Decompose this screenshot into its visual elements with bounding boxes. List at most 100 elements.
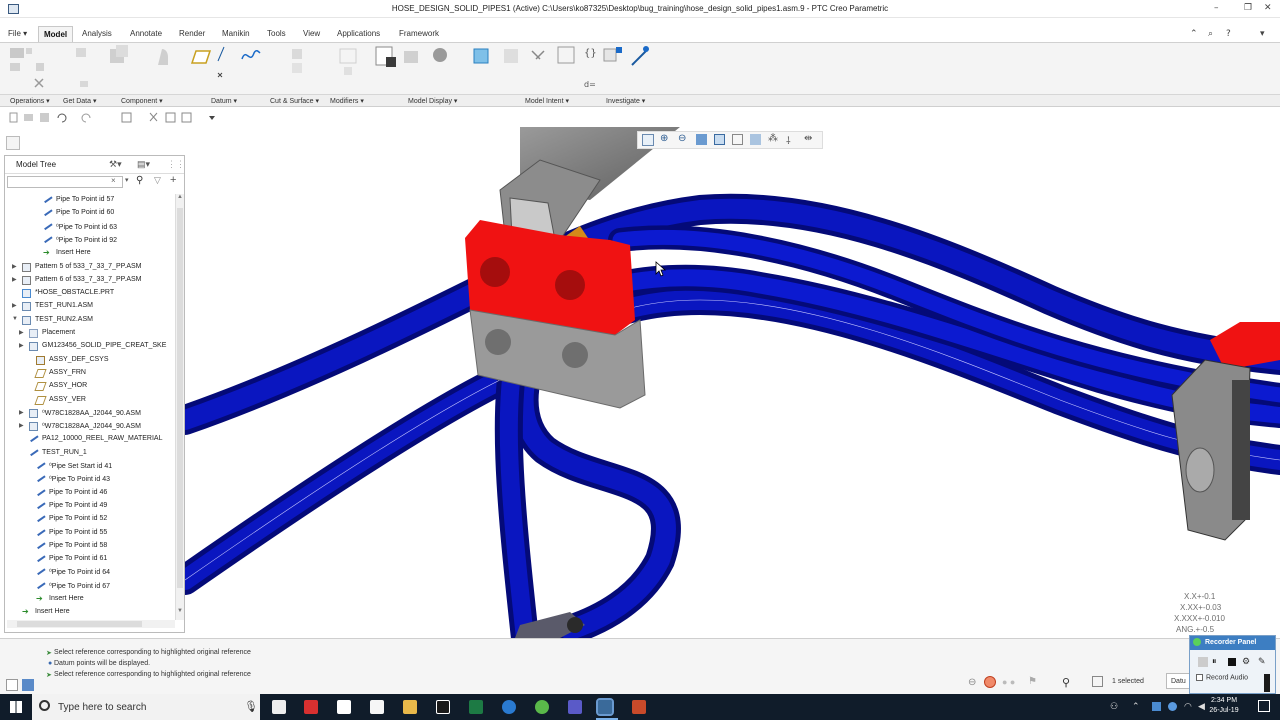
tree-row[interactable]: ▶ GM123456_SOLID_PIPE_CREAT_SKE [5,340,175,353]
tree-expander-icon[interactable]: ▶ [19,342,24,349]
user-defined-feature-icon[interactable] [76,48,88,87]
notifications-icon[interactable] [1258,700,1270,712]
select-filter-icon[interactable] [181,112,192,123]
view-manager-icon[interactable] [750,134,761,145]
tree-row[interactable]: Pipe To Point id 52 [5,513,175,526]
tree-expander-icon[interactable]: ▶ [12,276,17,283]
regen-status-icon[interactable]: ⊖ [968,677,976,688]
regenerate-icon[interactable] [10,48,32,58]
tree-row[interactable]: Pipe To Point id 61 [5,552,175,566]
pattern-icon[interactable] [339,48,357,75]
pipe-bundle[interactable] [185,193,1280,638]
tray-chevron-icon[interactable]: ⌃ [1132,701,1140,712]
group-investigate[interactable]: Investigate ▾ [606,97,645,105]
tree-row[interactable]: ⁰Pipe To Point id 64 [5,566,175,579]
tree-row[interactable]: ASSY_VER [5,394,175,407]
tree-expander-icon[interactable]: ▶ [12,302,17,309]
tree-row[interactable]: PA12_10000_REEL_RAW_MATERIAL [5,433,175,446]
saved-orientations-icon[interactable] [732,134,743,145]
pause-icon[interactable]: ⏸ [1212,656,1217,667]
tab-framework[interactable]: Framework [399,29,439,38]
stop-icon[interactable] [1228,658,1236,666]
find-icon[interactable]: ⚲ [1062,676,1070,689]
excel-icon[interactable] [469,700,483,714]
tab-view[interactable]: View [303,29,320,38]
restore-icon[interactable]: ❐ [1244,3,1252,13]
spin-center-icon[interactable]: ⇹ [804,133,812,144]
selection-list-icon[interactable] [1092,676,1103,687]
open-icon[interactable] [24,114,33,121]
minimize-ribbon-icon[interactable]: ⌃ [1190,29,1198,39]
tab-applications[interactable]: Applications [337,29,380,38]
group-cut-surface[interactable]: Cut & Surface ▾ [270,97,319,105]
tree-row[interactable]: ⁰Pipe Set Start id 41 [5,459,175,473]
tree-columns-icon[interactable]: ⋮⋮ [167,159,185,170]
tree-expander-icon[interactable]: ▶ [19,422,24,429]
appearance-icon[interactable] [404,48,447,63]
filter-icon[interactable]: ▽ [154,175,161,186]
extrude-icon[interactable] [292,49,302,73]
tree-expander-icon[interactable]: ▼ [12,316,18,322]
store-icon[interactable] [337,700,351,714]
mail-icon[interactable] [370,700,384,714]
tree-row[interactable]: Pipe To Point id 60 [5,207,175,220]
annotation-display-icon[interactable]: ⸸ [786,133,791,147]
drag-components-icon[interactable] [158,49,168,65]
tree-hscroll-thumb[interactable] [17,621,142,627]
tree-row[interactable]: Pipe To Point id 46 [5,486,175,500]
tree-row[interactable]: ⁰Pipe To Point id 43 [5,473,175,486]
flag-icon[interactable]: ⚑ [1028,676,1037,687]
component-interface-icon[interactable] [504,49,518,63]
settings-icon[interactable]: ⚙ [1242,656,1250,667]
edit-icon[interactable]: ✎ [1258,656,1266,667]
customize-dropdown-icon[interactable] [209,116,215,120]
help-icon[interactable]: ? [1226,29,1231,39]
datum-display-icon[interactable]: ⁂ [768,133,778,144]
navigator-toggle-icon[interactable] [6,679,18,691]
graphics-window[interactable]: ⊕ ⊖ ⁂ ⸸ ⇹ [185,127,1280,638]
windows-start-icon[interactable] [10,701,22,713]
model-tree-search-input[interactable] [7,176,123,188]
new-icon[interactable] [9,112,18,123]
group-model-intent[interactable]: Model Intent ▾ [525,97,569,105]
group-component[interactable]: Component ▾ [121,97,163,105]
tree-expander-icon[interactable]: ▶ [19,329,24,336]
repaint-icon[interactable] [696,134,707,145]
plane-icon[interactable] [190,50,212,64]
add-column-icon[interactable]: + [170,174,176,186]
zoom-in-icon[interactable]: ⊕ [660,133,668,144]
browser-icon[interactable] [535,700,549,714]
zoom-out-icon[interactable]: ⊖ [678,133,686,144]
tree-row[interactable]: ➔ Insert Here [5,606,175,619]
tree-horizontal-scrollbar[interactable] [7,620,175,628]
model-3d-view[interactable] [185,127,1280,638]
close-icon[interactable]: ✕ [1264,3,1272,13]
search-dropdown-icon[interactable]: ▾ [125,176,129,184]
tray-app-icon[interactable] [1152,702,1161,711]
regenerate-quick-icon[interactable] [121,112,132,123]
tab-annotate[interactable]: Annotate [130,29,162,38]
tree-row[interactable]: Pipe To Point id 57 [5,194,175,207]
microphone-icon[interactable]: 🎙 [244,700,258,713]
delete-icon[interactable] [34,78,44,88]
tree-settings-icon[interactable]: ⚒▾ [109,159,122,170]
browser-toggle-icon[interactable] [22,679,34,691]
tray-cloud-icon[interactable] [1168,702,1177,711]
tab-render[interactable]: Render [179,29,205,38]
tree-row[interactable]: ➔ Insert Here [5,247,175,260]
tab-manikin[interactable]: Manikin [222,29,250,38]
tree-row[interactable]: TEST_RUN_1 [5,446,175,460]
display-style-icon[interactable] [714,134,725,145]
tree-expander-icon[interactable]: ▶ [12,263,17,270]
parameters-icon[interactable] [603,47,622,62]
show-options-icon[interactable]: ▤▾ [137,159,150,170]
sketch-icon[interactable] [241,49,261,60]
manage-views-icon[interactable] [375,46,396,67]
tree-vertical-scrollbar[interactable]: ▲ ▼ [175,194,184,620]
tree-row[interactable]: ➔ Insert Here [5,593,175,606]
app-icon[interactable] [304,700,318,714]
tab-analysis[interactable]: Analysis [82,29,112,38]
group-model-display[interactable]: Model Display ▾ [408,97,457,105]
tree-expander-icon[interactable]: ▶ [19,409,24,416]
refit-icon[interactable] [642,134,654,146]
